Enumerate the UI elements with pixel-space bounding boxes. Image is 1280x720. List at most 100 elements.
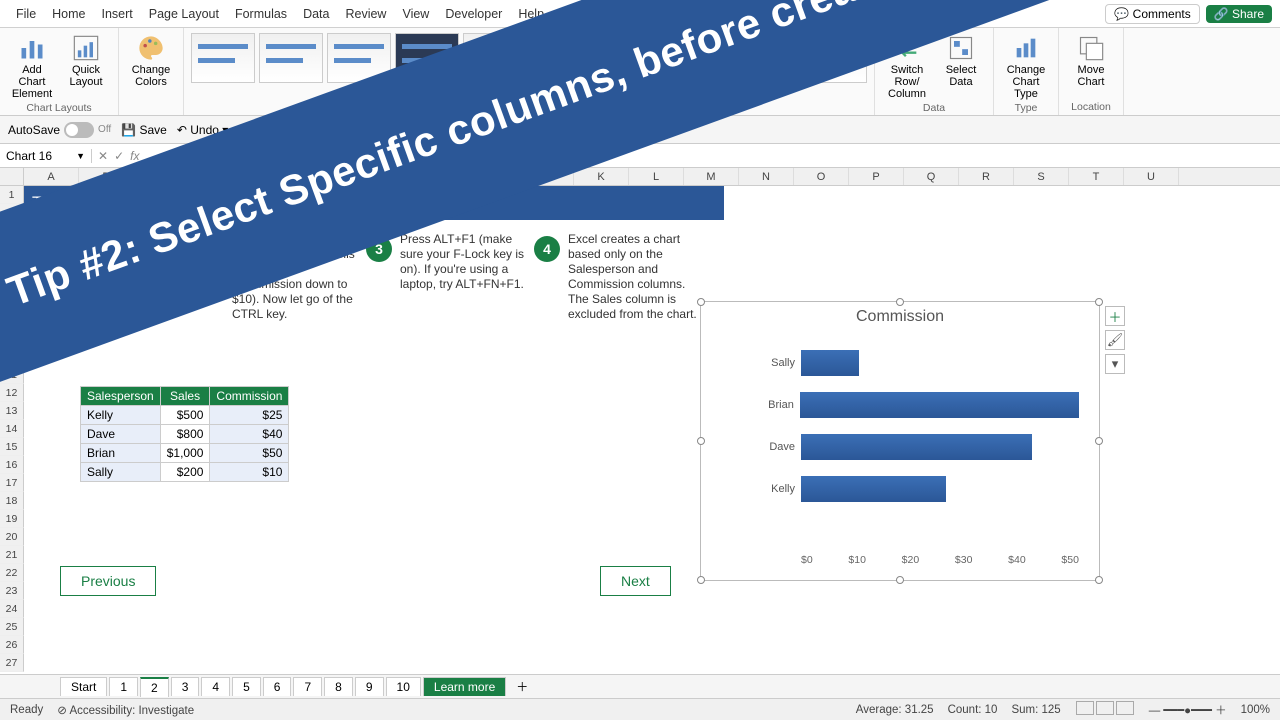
column-header[interactable]: E [244, 168, 299, 185]
change-chart-type-button[interactable]: Change Chart Type [1000, 32, 1052, 102]
row-header[interactable]: 19 [0, 510, 24, 528]
column-header[interactable]: N [739, 168, 794, 185]
autosave-toggle[interactable]: AutoSave Off [8, 122, 111, 138]
next-button[interactable]: Next [600, 566, 671, 596]
view-buttons[interactable] [1075, 701, 1135, 718]
row-header[interactable]: 21 [0, 546, 24, 564]
row-header[interactable]: 1 [0, 186, 24, 204]
cancel-icon[interactable]: ✕ [98, 149, 108, 163]
zoom-level[interactable]: 100% [1241, 704, 1270, 716]
row-header[interactable]: 25 [0, 618, 24, 636]
column-header[interactable]: C [134, 168, 189, 185]
row-header[interactable]: 9 [0, 330, 24, 348]
chart-style-3[interactable] [327, 33, 391, 83]
row-header[interactable]: 22 [0, 564, 24, 582]
sheet-tab[interactable]: Learn more [423, 677, 506, 696]
row-header[interactable]: 15 [0, 438, 24, 456]
row-header[interactable]: 4 [0, 240, 24, 258]
tab-view[interactable]: View [394, 0, 437, 28]
row-header[interactable]: 13 [0, 402, 24, 420]
column-header[interactable]: D [189, 168, 244, 185]
sheet-tab[interactable]: 3 [171, 677, 200, 696]
sheet-tab[interactable]: 4 [201, 677, 230, 696]
chart-style-1[interactable] [191, 33, 255, 83]
column-header[interactable]: J [519, 168, 574, 185]
row-header[interactable]: 5 [0, 258, 24, 276]
zoom-slider[interactable]: — ━━━●━━━ ＋ [1149, 702, 1227, 718]
row-header[interactable]: 6 [0, 276, 24, 294]
row-header[interactable]: 11 [0, 366, 24, 384]
sheet-tab[interactable]: 10 [386, 677, 421, 696]
chart-style-10[interactable] [803, 33, 867, 83]
column-header[interactable]: P [849, 168, 904, 185]
column-header[interactable]: A [24, 168, 79, 185]
column-header[interactable]: R [959, 168, 1014, 185]
sheet-tab[interactable]: 2 [140, 677, 169, 697]
tab-data[interactable]: Data [295, 0, 337, 28]
quick-layout-button[interactable]: Quick Layout [60, 32, 112, 90]
row-header[interactable]: 7 [0, 294, 24, 312]
chart-style-7[interactable] [599, 33, 663, 83]
sheet-tab[interactable]: 5 [232, 677, 261, 696]
row-header[interactable]: 23 [0, 582, 24, 600]
chart-filters-button[interactable]: ▾ [1105, 354, 1125, 374]
name-box[interactable]: Chart 16▼ [0, 149, 92, 163]
chart-style-8[interactable] [667, 33, 731, 83]
accessibility-status[interactable]: ⊘ Accessibility: Investigate [57, 703, 194, 717]
tab-formulas[interactable]: Formulas [227, 0, 295, 28]
sheet-tab[interactable]: 7 [293, 677, 322, 696]
column-header[interactable]: U [1124, 168, 1179, 185]
column-header[interactable]: T [1069, 168, 1124, 185]
row-header[interactable]: 8 [0, 312, 24, 330]
row-header[interactable]: 14 [0, 420, 24, 438]
row-header[interactable]: 16 [0, 456, 24, 474]
column-header[interactable]: B [79, 168, 134, 185]
sheet-tab[interactable]: 6 [263, 677, 292, 696]
row-header[interactable]: 20 [0, 528, 24, 546]
tab-file[interactable]: File [8, 0, 44, 28]
chart-styles-button[interactable]: 🖌 [1105, 330, 1125, 350]
chart-style-4[interactable] [395, 33, 459, 83]
row-header[interactable]: 17 [0, 474, 24, 492]
change-colors-button[interactable]: Change Colors [125, 32, 177, 90]
tab-chart-design[interactable]: Chart Design [635, 0, 729, 28]
row-header[interactable]: 2 [0, 204, 24, 222]
column-header[interactable]: M [684, 168, 739, 185]
redo-button[interactable]: ↷ Redo ▾ [238, 123, 289, 137]
tab-developer[interactable]: Developer [437, 0, 510, 28]
sheet-tab[interactable]: 8 [324, 677, 353, 696]
column-header[interactable]: O [794, 168, 849, 185]
save-button[interactable]: 💾 Save [121, 123, 167, 137]
switch-row-column-button[interactable]: Switch Row/ Column [881, 32, 933, 102]
chart-style-5[interactable] [463, 33, 527, 83]
fx-icon[interactable]: fx [130, 149, 139, 163]
column-header[interactable]: I [464, 168, 519, 185]
tab-power-pivot[interactable]: Power Pivot [552, 0, 635, 28]
column-header[interactable]: S [1014, 168, 1069, 185]
column-header[interactable]: L [629, 168, 684, 185]
formula-input[interactable] [145, 148, 1280, 163]
tab-review[interactable]: Review [337, 0, 394, 28]
move-chart-button[interactable]: Move Chart [1065, 32, 1117, 90]
row-header[interactable]: 12 [0, 384, 24, 402]
chart-style-2[interactable] [259, 33, 323, 83]
column-header[interactable]: H [409, 168, 464, 185]
row-header[interactable]: 3 [0, 222, 24, 240]
share-button[interactable]: 🔗 Share [1206, 5, 1272, 23]
select-data-button[interactable]: Select Data [935, 32, 987, 90]
chart-style-6[interactable] [531, 33, 595, 83]
column-header[interactable]: F [299, 168, 354, 185]
embedded-chart[interactable]: Commission SallyBrianDaveKelly $0$10$20$… [700, 301, 1100, 581]
worksheet[interactable]: 1234567891011121314151617181920212223242… [0, 186, 1280, 674]
sheet-tab[interactable]: Start [60, 677, 107, 696]
column-header[interactable]: Q [904, 168, 959, 185]
tab-home[interactable]: Home [44, 0, 93, 28]
tab-help[interactable]: Help [510, 0, 552, 28]
row-header[interactable]: 27 [0, 654, 24, 672]
tab-format[interactable]: Format [729, 0, 785, 28]
column-header[interactable]: G [354, 168, 409, 185]
comments-button[interactable]: 💬 Comments [1105, 4, 1199, 24]
row-header[interactable]: 18 [0, 492, 24, 510]
row-header[interactable]: 24 [0, 600, 24, 618]
column-header[interactable]: K [574, 168, 629, 185]
